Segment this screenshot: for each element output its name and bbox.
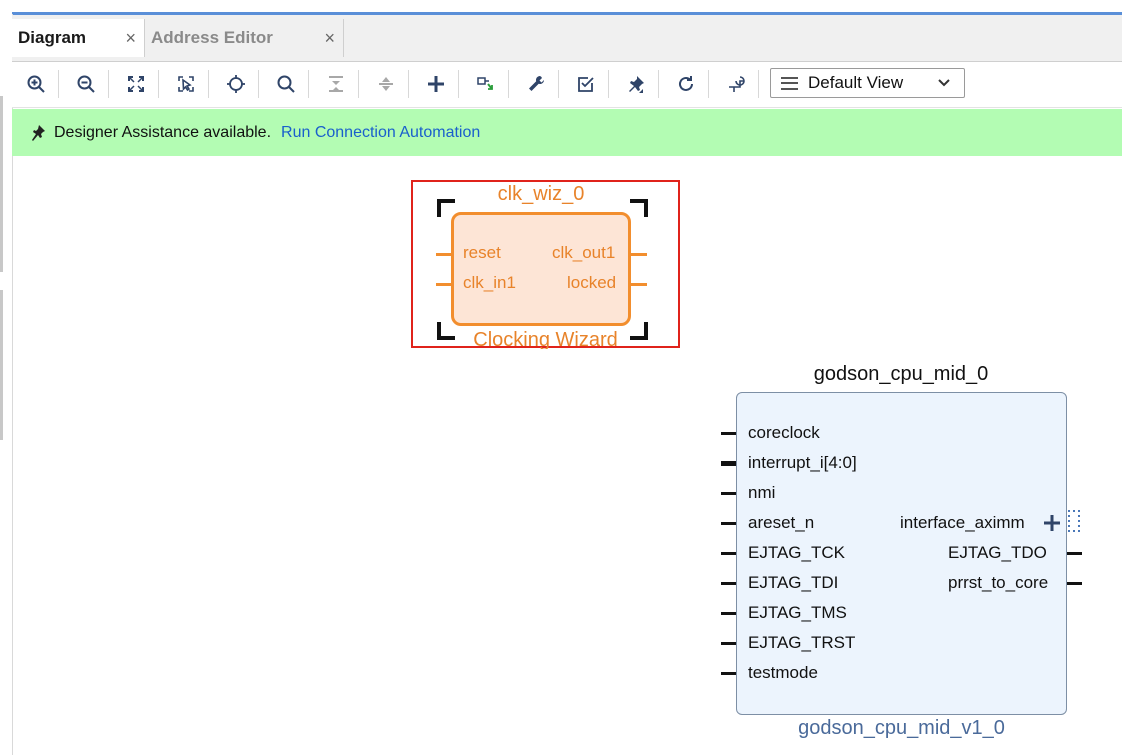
block-title: godson_cpu_mid_0 (813, 363, 989, 385)
port-label: EJTAG_TDI (748, 573, 839, 592)
banner-message: Designer Assistance available. (54, 123, 272, 141)
port-label: reset (463, 243, 501, 262)
toolbar-separator (408, 70, 409, 98)
port-label: coreclock (748, 423, 820, 442)
optimize-routing-icon[interactable] (721, 70, 751, 98)
close-icon[interactable]: × (324, 28, 335, 48)
block-title: clk_wiz_0 (497, 183, 585, 205)
auto-fit-icon[interactable] (221, 70, 251, 98)
port-pin[interactable] (721, 642, 736, 645)
port-label: locked (567, 273, 617, 292)
toolbar-separator (58, 70, 59, 98)
toolbar-separator (708, 70, 709, 98)
tab-bar: Diagram × Address Editor × (12, 15, 1122, 62)
port-label: EJTAG_TCK (748, 543, 845, 562)
toolbar-separator (158, 70, 159, 98)
layout-icon (781, 76, 798, 90)
zoom-out-icon[interactable] (71, 70, 101, 98)
toolbar-separator (758, 70, 759, 98)
port-label: clk_in1 (463, 273, 516, 292)
port-label: interface_aximm (900, 513, 1025, 532)
port-pin[interactable] (1067, 582, 1082, 585)
block-subtitle: godson_cpu_mid_v1_0 (798, 717, 1005, 739)
toolbar-separator (108, 70, 109, 98)
port-pin[interactable] (721, 612, 736, 615)
designer-assistance-banner: Designer Assistance available. Run Conne… (12, 109, 1122, 156)
tab-label: Address Editor (151, 28, 273, 47)
toolbar-separator (658, 70, 659, 98)
tab-address-editor[interactable]: Address Editor × (145, 19, 344, 57)
toolbar-separator (258, 70, 259, 98)
view-select-value: Default View (808, 73, 904, 92)
port-label: areset_n (748, 513, 815, 532)
port-pin[interactable] (721, 552, 736, 555)
pin-icon[interactable] (621, 70, 651, 98)
close-icon[interactable]: × (125, 28, 136, 48)
search-icon[interactable] (271, 70, 301, 98)
tab-diagram[interactable]: Diagram × (12, 19, 145, 57)
expand-icon[interactable] (371, 70, 401, 98)
port-pin[interactable] (721, 522, 736, 525)
validate-icon[interactable] (571, 70, 601, 98)
port-pin[interactable] (436, 253, 452, 256)
port-label: interrupt_i[4:0] (748, 453, 857, 472)
port-label: EJTAG_TMS (748, 603, 847, 622)
left-panel-marker (0, 96, 3, 272)
view-select[interactable]: Default View (770, 68, 965, 98)
toolbar-separator (358, 70, 359, 98)
chevron-down-icon (938, 79, 950, 87)
toolbar-separator (208, 70, 209, 98)
run-connection-automation-link[interactable]: Run Connection Automation (281, 124, 480, 142)
port-label: clk_out1 (552, 243, 616, 262)
diagram-toolbar: Default View (12, 62, 1122, 108)
toolbar-separator (608, 70, 609, 98)
zoom-selection-icon[interactable] (171, 70, 201, 98)
add-ip-icon[interactable] (421, 70, 451, 98)
port-pin[interactable] (721, 492, 736, 495)
port-label: EJTAG_TDO (948, 543, 1047, 562)
collapse-icon[interactable] (321, 70, 351, 98)
pin-icon (32, 124, 45, 141)
left-panel-marker (0, 290, 3, 440)
port-pin[interactable] (1067, 552, 1082, 555)
toolbar-separator (308, 70, 309, 98)
port-pin[interactable] (721, 461, 736, 466)
port-pin[interactable] (631, 283, 647, 286)
toolbar-separator (508, 70, 509, 98)
port-pin[interactable] (436, 283, 452, 286)
toolbar-separator (458, 70, 459, 98)
zoom-fit-icon[interactable] (121, 70, 151, 98)
expand-interface-icon[interactable] (1042, 513, 1062, 533)
bus-interface-icon[interactable] (1066, 509, 1082, 535)
port-pin[interactable] (721, 672, 736, 675)
port-pin[interactable] (721, 432, 736, 435)
make-connection-icon[interactable] (471, 70, 501, 98)
port-label: prrst_to_core (948, 573, 1049, 592)
port-label: testmode (748, 663, 818, 682)
regenerate-layout-icon[interactable] (671, 70, 701, 98)
tab-label: Diagram (18, 28, 87, 47)
toolbar-separator (558, 70, 559, 98)
port-label: EJTAG_TRST (748, 633, 856, 652)
port-label: nmi (748, 483, 776, 502)
clk-wiz-block[interactable] (451, 212, 631, 326)
port-pin[interactable] (631, 253, 647, 256)
port-pin[interactable] (721, 582, 736, 585)
zoom-in-icon[interactable] (21, 70, 51, 98)
wrench-icon[interactable] (521, 70, 551, 98)
block-subtitle: Clocking Wizard (473, 329, 618, 349)
